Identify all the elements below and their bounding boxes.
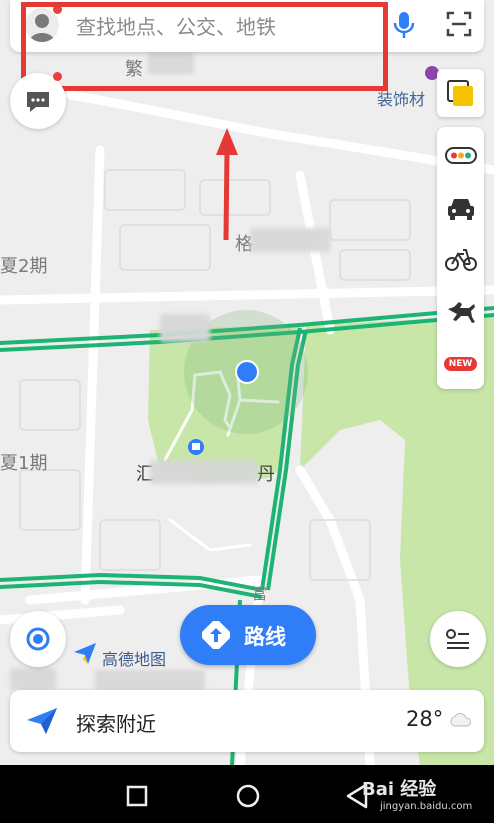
horse-button[interactable] [437,289,484,335]
layers-icon [447,80,473,106]
traffic-toggle[interactable] [437,133,484,179]
list-button[interactable] [430,611,486,667]
route-button-label: 路线 [244,625,286,649]
map-label-fu: 富 [252,585,268,603]
amap-logo-icon [74,643,96,664]
baidu-watermark: Bai 经验 jingyan.baidu.com [362,775,494,819]
blurred-label [10,668,56,690]
explore-icon [27,708,57,734]
notification-dot [53,72,62,81]
watermark-title: Bai 经验 [362,779,437,800]
blurred-label [95,670,205,690]
route-arrow-icon [202,621,230,649]
blurred-label [160,314,210,342]
message-button[interactable] [10,73,66,129]
route-button[interactable]: 路线 [180,605,316,665]
bicycle-icon [444,249,477,271]
cloud-icon [450,713,471,727]
blurred-label [250,228,330,252]
explore-label: 探索附近 [76,712,156,736]
recent-apps-icon[interactable] [126,785,148,807]
new-badge-icon: NEW [443,357,478,371]
taxi-button[interactable] [437,185,484,231]
system-nav-bar: Bai 经验 jingyan.baidu.com [0,765,494,823]
horse-icon [447,302,475,323]
bike-button[interactable] [437,237,484,283]
map-label-poi-right: 丹 [257,464,275,485]
scan-icon[interactable] [446,11,472,37]
traffic-light-icon [444,147,477,164]
home-icon[interactable] [235,783,261,809]
microphone-icon[interactable] [393,10,415,40]
highlight-annotation-box [21,2,388,91]
tools-panel: NEW [437,127,484,389]
new-feature-button[interactable]: NEW [437,341,484,387]
locate-icon [26,627,50,651]
map-label-xia2: 夏2期 [0,256,48,277]
layers-button[interactable] [437,69,484,117]
blurred-label [150,460,258,484]
temperature: 28° [406,707,444,731]
explore-nearby-card[interactable]: 探索附近 28° [10,690,484,752]
locate-button[interactable] [10,611,66,667]
amap-logo: 高德地图 [72,640,166,669]
list-icon [446,629,469,649]
watermark-url: jingyan.baidu.com [380,801,473,812]
logo-text: 高德地图 [102,650,167,669]
taxi-icon [447,199,474,220]
message-icon [27,92,49,112]
map-label-xia1: 夏1期 [0,453,48,474]
